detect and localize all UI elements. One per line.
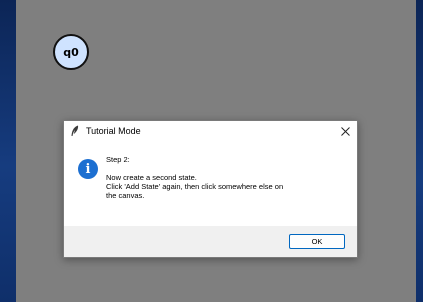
dialog-titlebar[interactable]: Tutorial Mode — [64, 121, 357, 141]
state-label: q0 — [63, 45, 79, 59]
ok-button[interactable]: OK — [289, 234, 345, 249]
feather-icon — [70, 125, 80, 137]
background-right — [416, 0, 423, 302]
dialog-title: Tutorial Mode — [86, 126, 141, 136]
dialog-message-block: Step 2: Now create a second state. Click… — [106, 155, 286, 200]
tutorial-dialog: Tutorial Mode i Step 2: Now create a sec… — [63, 120, 358, 258]
dialog-content: i Step 2: Now create a second state. Cli… — [64, 141, 357, 226]
dialog-message: Now create a second state. Click 'Add St… — [106, 173, 284, 200]
background-left — [0, 0, 16, 302]
close-button[interactable] — [337, 123, 353, 139]
state-node-q0[interactable]: q0 — [53, 34, 89, 70]
info-icon: i — [78, 159, 98, 179]
dialog-footer: OK — [64, 226, 357, 257]
step-heading: Step 2: — [106, 155, 130, 164]
close-icon — [340, 126, 350, 136]
